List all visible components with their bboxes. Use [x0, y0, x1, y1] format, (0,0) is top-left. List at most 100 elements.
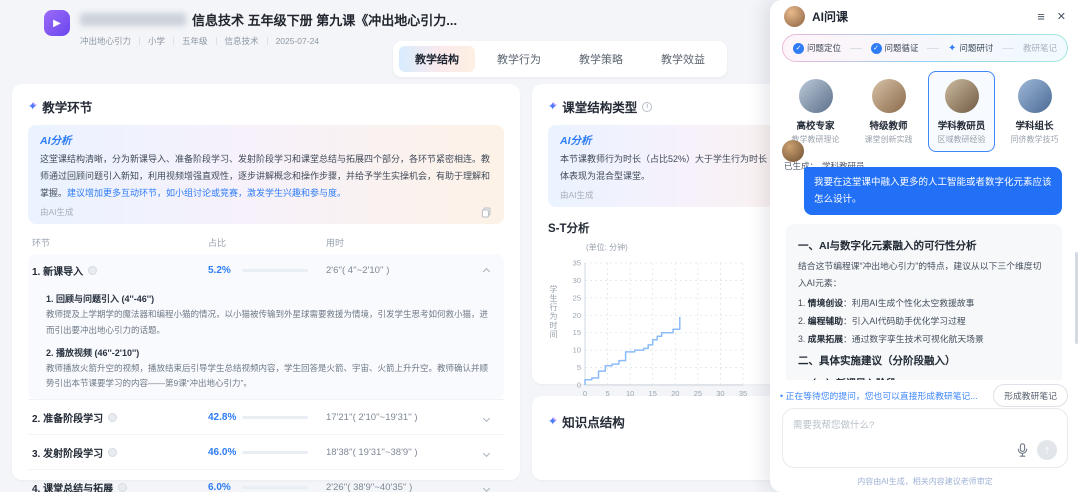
tab-teaching-strategy[interactable]: 教学策略 — [563, 46, 639, 72]
tag-separator — [139, 37, 141, 45]
svg-text:5: 5 — [577, 363, 581, 372]
stage-time: 2'26''( 38'9''~40'35'' ) — [326, 481, 413, 492]
chat-input-box: ↑ — [782, 408, 1068, 468]
stage-play-icon[interactable] — [108, 412, 118, 422]
step-3[interactable]: 教研笔记 — [1023, 42, 1057, 54]
card-title: 课堂结构类型 — [562, 101, 638, 115]
svg-text:15: 15 — [573, 328, 581, 337]
sparkle-icon: ✦ — [548, 416, 558, 428]
stage-name: 2. 准备阶段学习 — [32, 413, 104, 425]
table-row[interactable]: 3. 发射阶段学习 46.0% 18'38''( 19'31''~38'9'' … — [28, 434, 504, 469]
persona-avatar — [944, 79, 979, 113]
question-bubble: 我要在这堂课中融入更多的人工智能或者数字化元素应该怎么设计。 — [804, 167, 1062, 216]
step-0[interactable]: ✓ 问题定位 — [793, 42, 841, 54]
table-row[interactable]: 4. 课堂总结与拓展 6.0% 2'26''( 38'9''~40'35'' ) — [28, 469, 504, 492]
play-icon: ▶ — [53, 17, 61, 29]
stage-percent: 5.2% — [208, 264, 231, 276]
chevron-down-icon[interactable] — [482, 415, 491, 423]
chat-area: 我要在这堂课中融入更多的人工智能或者数字化元素应该怎么设计。 一、AI与数字化元… — [782, 140, 1072, 380]
step-label: 问题研讨 — [959, 43, 994, 53]
chevron-down-icon[interactable] — [482, 485, 491, 492]
step-connector — [849, 47, 862, 49]
tab-teaching-structure[interactable]: 教学结构 — [399, 46, 475, 72]
percent-bar — [242, 268, 308, 272]
info-icon[interactable]: i — [642, 101, 653, 112]
redacted-school-name — [80, 13, 186, 26]
send-button[interactable]: ↑ — [1037, 440, 1057, 460]
stage-table-header: 环节 占比 用时 — [28, 236, 504, 249]
svg-text:30: 30 — [573, 276, 581, 285]
answer-list-item: 1. 情境创设：利用AI生成个性化太空救援故事 — [798, 297, 975, 308]
send-arrow-icon: ↑ — [1044, 444, 1050, 456]
teaching-stages-card: ✦ 教学环节 AI分析 这堂课结构清晰，分为新课导入、准备阶段学习、发射阶段学习… — [12, 84, 520, 492]
table-row[interactable]: 2. 准备阶段学习 42.8% 17'21''( 2'10''~19'31'' … — [28, 399, 504, 434]
tag: 小学 — [148, 36, 166, 46]
status-text: 正在等待您的提问，您也可以直接形成教研笔记... — [785, 391, 978, 401]
percent-bar — [242, 485, 308, 489]
sparkle-icon: ✦ — [548, 101, 558, 113]
form-note-button[interactable]: 形成教研笔记 — [993, 384, 1068, 407]
percent-bar — [242, 415, 309, 419]
persona-avatar — [798, 79, 833, 113]
svg-text:0: 0 — [577, 381, 581, 390]
tag: 冲出地心引力 — [80, 36, 132, 46]
answer-heading: 二、具体实施建议（分阶段融入） — [798, 354, 956, 367]
svg-text:20: 20 — [573, 311, 581, 320]
persona-avatar — [871, 79, 906, 113]
ai-analysis-box: AI分析 这堂课结构清晰，分为新课导入、准备阶段学习、发射阶段学习和课堂总结与拓… — [28, 125, 504, 225]
detail-text: 教师播放火箭升空的视频，播放结束后引导学生总结视频内容，学生回答是火箭、宇宙、火… — [46, 362, 489, 389]
analysis-tabs: 教学结构 教学行为 教学策略 教学效益 — [393, 41, 727, 77]
tag: 五年级 — [182, 36, 208, 46]
col-percent: 占比 — [208, 238, 227, 249]
answer-message: 一、AI与数字化元素融入的可行性分析 结合这节编程课“冲出地心引力”的特点，建议… — [786, 224, 1062, 380]
stage-name: 3. 发射阶段学习 — [32, 448, 104, 460]
stage-time: 18'38''( 19'31''~38'9'' ) — [326, 446, 418, 458]
step-1[interactable]: ✓ 问题循证 — [870, 42, 919, 54]
st-chart-plot: 0 0 5 5 10 10 15 15 20 20 25 25 30 30 35 35 — [559, 257, 755, 410]
answer-paragraph: 结合这节编程课“冲出地心引力”的特点，建议从以下三个维度切入AI元素： — [798, 261, 1042, 288]
svg-text:25: 25 — [573, 294, 581, 303]
mic-icon[interactable] — [1017, 443, 1028, 457]
chevron-up-icon[interactable] — [482, 268, 491, 276]
menu-icon[interactable]: ≡ — [1037, 9, 1045, 24]
percent-bar — [242, 450, 309, 454]
ai-disclaimer: 内容由AI生成，相关内容建议老师审定 — [857, 477, 993, 486]
stage-percent: 46.0% — [208, 446, 237, 458]
page: ▶ 信息技术 五年级下册 第九课《冲出地心引力... 冲出地心引力 小学 五年级… — [0, 0, 1080, 492]
stage-play-icon[interactable] — [108, 447, 118, 457]
close-icon[interactable]: ✕ — [1057, 10, 1066, 23]
tab-teaching-behavior[interactable]: 教学行为 — [481, 46, 557, 72]
header: ▶ 信息技术 五年级下册 第九课《冲出地心引力... 冲出地心引力 小学 五年级… — [44, 10, 457, 47]
stage-percent: 6.0% — [208, 481, 231, 492]
stage-row-expanded: 1. 新课导入 5.2% 2'6''( 4''~2'10'' ) 1. 回顾与问… — [28, 254, 504, 400]
stage-play-icon[interactable] — [118, 482, 128, 492]
detail-title: 1. 回顾与问题引入 (4''-46'') — [46, 294, 155, 305]
tag-separator — [215, 37, 217, 45]
persona-name: 高校专家 — [796, 121, 835, 132]
col-time: 用时 — [326, 238, 345, 249]
stage-play-icon[interactable] — [88, 265, 98, 275]
detail-text: 教师提及上学期学的魔法器和编程小猫的情况，以小猫被传输到外星球需要救援为情境，引… — [46, 309, 489, 335]
copy-icon[interactable] — [481, 207, 492, 218]
tag-separator — [266, 37, 268, 45]
tab-teaching-effect[interactable]: 教学效益 — [645, 46, 721, 72]
tag: 信息技术 — [224, 36, 259, 46]
persona-name: 学科教研员 — [937, 121, 986, 132]
stage-percent: 42.8% — [208, 411, 237, 423]
chevron-down-icon[interactable] — [482, 450, 491, 458]
card-title: 教学环节 — [42, 101, 93, 115]
step-2[interactable]: ✦ 问题研讨 — [948, 42, 993, 54]
stage-name: 1. 新课导入 — [32, 266, 84, 278]
sparkle-icon: ✦ — [28, 101, 38, 113]
stage-time: 2'6''( 4''~2'10'' ) — [326, 264, 390, 276]
detail-title: 2. 播放视频 (46''-2'10'') — [46, 347, 140, 358]
stage-details: 1. 回顾与问题引入 (4''-46'') 教师提及上学期学的魔法器和编程小猫的… — [28, 292, 504, 391]
chat-scrollbar[interactable] — [1075, 252, 1078, 344]
ai-analysis-label: AI分析 — [40, 135, 72, 147]
panel-title: AI问课 — [812, 9, 849, 24]
step-label: 问题循证 — [884, 43, 919, 53]
table-row[interactable]: 1. 新课导入 5.2% 2'6''( 4''~2'10'' ) — [28, 256, 504, 284]
ai-analysis-suggestion: 建议增加更多互动环节，如小组讨论或竞赛，激发学生兴趣和参与度。 — [67, 188, 347, 199]
persona-name: 特级教师 — [869, 121, 908, 132]
ai-ask-panel: AI问课 ≡ ✕ ✓ 问题定位 ✓ 问题循证 ✦ 问题研讨 教研笔记 高校专家 教学教… — [770, 0, 1080, 492]
